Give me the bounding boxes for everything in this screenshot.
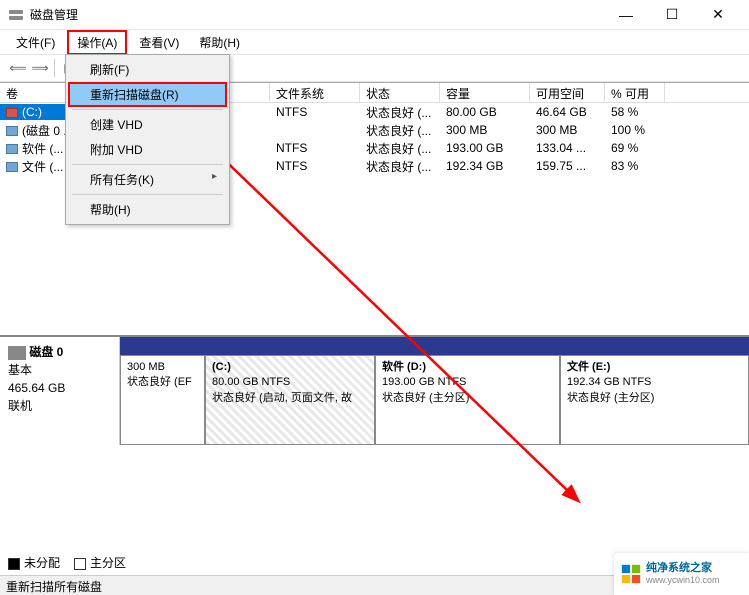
dropdown-all-tasks[interactable]: 所有任务(K): [68, 167, 227, 192]
col-size[interactable]: 容量: [440, 83, 530, 102]
disk-type: 基本: [8, 361, 111, 379]
disk-panel: 磁盘 0 基本 465.64 GB 联机 300 MB状态良好 (EF(C:)8…: [0, 335, 749, 445]
partition[interactable]: (C:)80.00 GB NTFS状态良好 (启动, 页面文件, 故: [205, 355, 375, 445]
maximize-button[interactable]: ☐: [649, 0, 695, 30]
legend-primary: 主分区: [74, 554, 126, 571]
col-fs[interactable]: 文件系统: [270, 83, 360, 102]
close-button[interactable]: ✕: [695, 0, 741, 30]
partition[interactable]: 文件 (E:)192.34 GB NTFS状态良好 (主分区): [560, 355, 749, 445]
dropdown-create-vhd[interactable]: 创建 VHD: [68, 112, 227, 137]
watermark-logo-icon: [620, 563, 642, 585]
disk-size: 465.64 GB: [8, 379, 111, 397]
col-free[interactable]: 可用空间: [530, 83, 605, 102]
disk-icon: [8, 346, 26, 360]
action-dropdown: 刷新(F) 重新扫描磁盘(R) 创建 VHD 附加 VHD 所有任务(K) 帮助…: [65, 54, 230, 225]
back-button[interactable]: ⟸: [8, 58, 28, 78]
minimize-button[interactable]: —: [603, 0, 649, 30]
legend-unallocated: 未分配: [8, 554, 60, 571]
menu-action[interactable]: 操作(A): [67, 30, 127, 55]
dropdown-separator: [72, 194, 223, 195]
menu-view[interactable]: 查看(V): [131, 32, 187, 53]
partition-header-bar: [120, 337, 749, 355]
partition[interactable]: 300 MB状态良好 (EF: [120, 355, 205, 445]
disk-state: 联机: [8, 397, 111, 415]
partition[interactable]: 软件 (D:)193.00 GB NTFS状态良好 (主分区): [375, 355, 560, 445]
dropdown-help[interactable]: 帮助(H): [68, 197, 227, 222]
dropdown-refresh[interactable]: 刷新(F): [68, 57, 227, 82]
watermark-name: 纯净系统之家: [646, 562, 720, 575]
dropdown-rescan[interactable]: 重新扫描磁盘(R): [68, 82, 227, 107]
dropdown-separator: [72, 164, 223, 165]
menu-file[interactable]: 文件(F): [8, 32, 63, 53]
dropdown-attach-vhd[interactable]: 附加 VHD: [68, 137, 227, 162]
window-title: 磁盘管理: [30, 6, 603, 23]
forward-button[interactable]: ⟹: [30, 58, 50, 78]
dropdown-separator: [72, 109, 223, 110]
col-status[interactable]: 状态: [360, 83, 440, 102]
col-pct[interactable]: % 可用: [605, 83, 665, 102]
app-icon: [8, 7, 24, 23]
disk-label: 磁盘 0: [29, 345, 63, 359]
watermark: 纯净系统之家www.ycwin10.com: [614, 553, 749, 595]
menu-help[interactable]: 帮助(H): [191, 32, 248, 53]
toolbar-separator: [54, 59, 55, 77]
watermark-url: www.ycwin10.com: [646, 575, 720, 586]
